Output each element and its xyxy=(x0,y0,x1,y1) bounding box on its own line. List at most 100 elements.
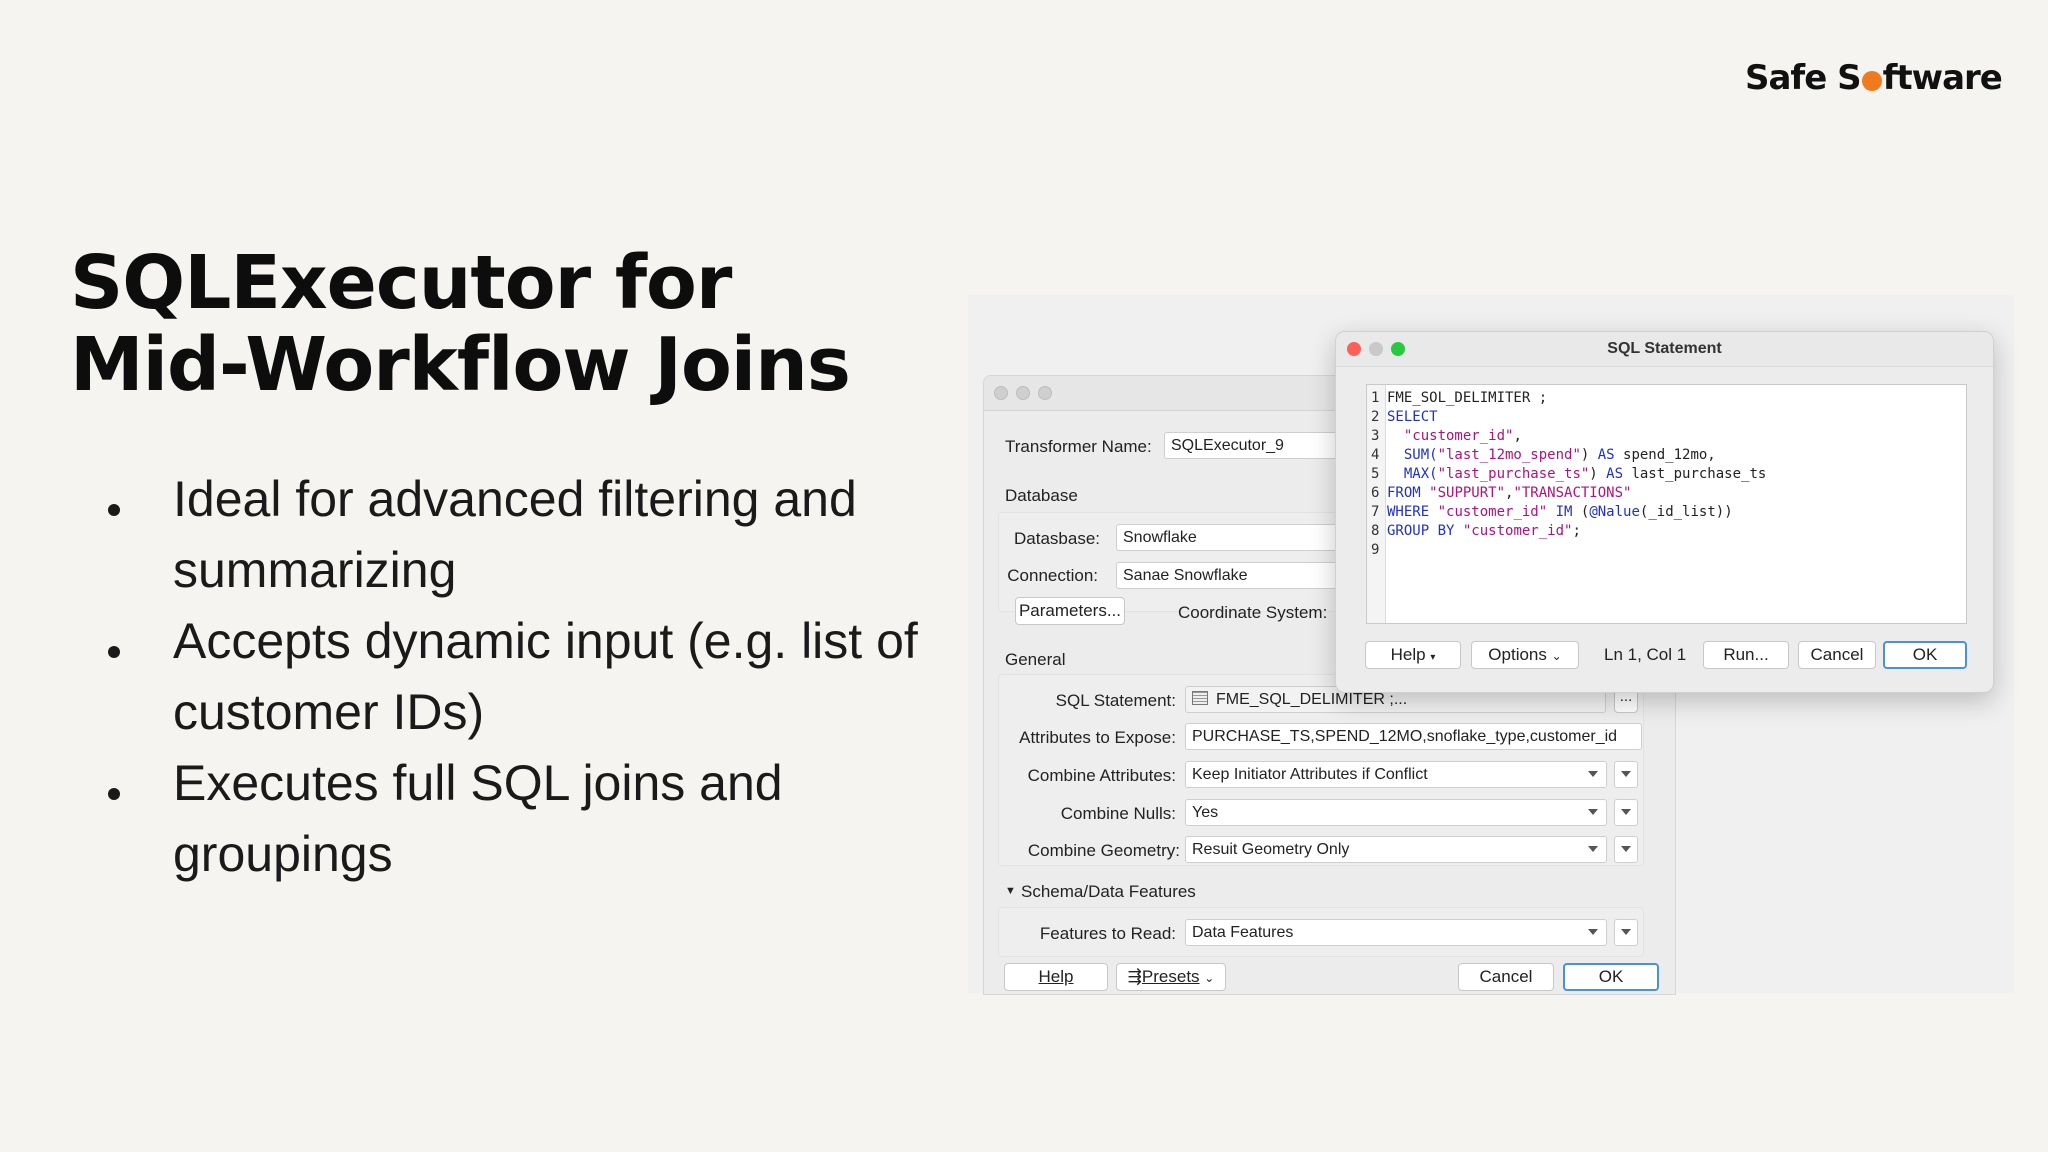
database-label: Datasbase: xyxy=(1014,529,1100,548)
line-number: 3 xyxy=(1371,428,1380,444)
line-number: 8 xyxy=(1371,523,1380,539)
sql-dialog-titlebar: SQL Statement xyxy=(1336,332,1993,367)
chevron-down-icon xyxy=(1588,809,1598,815)
code-token: "customer_id" xyxy=(1437,504,1548,520)
code-token: MAX( xyxy=(1403,466,1438,482)
code-token: WHERE xyxy=(1387,504,1430,520)
presets-label: Presets xyxy=(1141,967,1200,986)
bullet-item: Executes full SQL joins and groupings xyxy=(100,748,960,890)
help-button[interactable]: Help xyxy=(1004,963,1108,991)
slide-title: SQLExecutor for Mid-Workflow Joins xyxy=(70,240,851,408)
combine-nulls-value: Yes xyxy=(1192,804,1219,821)
code-token: "last_12mo_spend" xyxy=(1437,447,1581,463)
ok-button[interactable]: OK xyxy=(1563,963,1659,991)
minimize-light-icon[interactable] xyxy=(1016,386,1030,400)
sql-ok-button[interactable]: OK xyxy=(1883,641,1967,669)
general-section-heading: General xyxy=(1005,650,1066,669)
code-token: SELECT xyxy=(1387,409,1438,425)
sql-cancel-button[interactable]: Cancel xyxy=(1798,641,1876,669)
code-token: "TRANSACTIONS" xyxy=(1513,485,1632,501)
combine-attributes-value: Keep Initiator Attributes if Conflict xyxy=(1192,766,1428,783)
transformer-name-label: Transformer Name: xyxy=(1005,437,1152,456)
code-token: IM xyxy=(1555,504,1573,520)
features-options-button[interactable] xyxy=(1614,919,1638,946)
bullet-item: Ideal for advanced filtering and summari… xyxy=(100,464,960,606)
sql-help-label: Help xyxy=(1390,645,1426,664)
combine-nulls-options-button[interactable] xyxy=(1614,799,1638,826)
code-line: 8 GROUP BY "customer_id"; xyxy=(1371,522,1581,541)
code-token: "last_purchase_ts" xyxy=(1437,466,1590,482)
sql-statement-dialog: SQL Statement 1 FME_SOL_DELIMITER ; 2 SELEC… xyxy=(1335,331,1994,693)
sql-statement-label: SQL Statement: xyxy=(1055,691,1176,710)
code-token: last_purchase_ts xyxy=(1623,466,1767,482)
title-line-2: Mid-Workflow Joins xyxy=(70,322,851,408)
code-line: 4 SUM("last_12mo_spend") AS spend_12mo, xyxy=(1371,446,1716,465)
code-token: (_id_list)) xyxy=(1639,504,1733,520)
combine-geometry-options-button[interactable] xyxy=(1614,836,1638,863)
presets-button[interactable]: ⇶Presets ⌄ xyxy=(1116,963,1226,991)
collapse-triangle-icon[interactable]: ▼ xyxy=(1005,885,1016,897)
close-light-icon[interactable] xyxy=(994,386,1008,400)
cancel-button[interactable]: Cancel xyxy=(1458,963,1554,991)
sql-code-editor[interactable]: 1 FME_SOL_DELIMITER ; 2 SELECT 3 "customer_i… xyxy=(1366,384,1967,624)
database-section-heading: Database xyxy=(1005,486,1078,505)
logo-text-start: Safe S xyxy=(1745,58,1862,98)
code-line: 6 FROM "SUPPURT","TRANSACTIONS" xyxy=(1371,484,1631,503)
combine-geometry-value: Resuit Geometry Only xyxy=(1192,841,1350,858)
code-token: FME_SOL_DELIMITER ; xyxy=(1387,390,1548,406)
chevron-down-icon xyxy=(1621,846,1631,852)
code-token: ) xyxy=(1589,466,1607,482)
schema-section-heading[interactable]: Schema/Data Features xyxy=(1021,882,1196,902)
features-to-read-select[interactable]: Data Features xyxy=(1185,919,1607,946)
code-line: 3 "customer_id", xyxy=(1371,427,1522,446)
connection-label: Connection: xyxy=(1007,566,1098,585)
attributes-expose-label: Attributes to Expose: xyxy=(1019,728,1176,747)
code-token: "customer_id" xyxy=(1462,523,1573,539)
chevron-down-icon xyxy=(1621,929,1631,935)
chevron-down-icon xyxy=(1588,771,1598,777)
code-line: 5 MAX("last_purchase_ts") AS last_purcha… xyxy=(1371,465,1766,484)
parameters-button[interactable]: Parameters... xyxy=(1015,597,1125,625)
chevron-down-icon: ⌄ xyxy=(1204,971,1215,985)
code-token: AS xyxy=(1597,447,1615,463)
safe-software-logo: Safe S ftware xyxy=(1745,58,2003,98)
combine-attributes-select[interactable]: Keep Initiator Attributes if Conflict xyxy=(1185,761,1607,788)
line-number: 4 xyxy=(1371,447,1380,463)
chevron-down-icon: ⌄ xyxy=(1551,649,1562,663)
combine-attributes-label: Combine Attributes: xyxy=(1027,766,1176,785)
combine-geometry-label: Combine Geometry: xyxy=(1027,841,1180,860)
options-button[interactable]: Options ⌄ xyxy=(1471,641,1579,669)
line-number: 1 xyxy=(1371,390,1380,406)
attributes-expose-field[interactable]: PURCHASE_TS,SPEND_12MO,snoflake_type,cus… xyxy=(1185,723,1642,750)
bullet-item: Accepts dynamic input (e.g. list of cust… xyxy=(100,606,960,748)
code-line: 1 FME_SOL_DELIMITER ; xyxy=(1371,389,1547,408)
combine-nulls-select[interactable]: Yes xyxy=(1185,799,1607,826)
code-token: GROUP BY xyxy=(1387,523,1455,539)
code-token: @Nalue xyxy=(1589,504,1640,520)
code-token: ; xyxy=(1572,523,1581,539)
code-token: SUM( xyxy=(1403,447,1438,463)
features-to-read-value: Data Features xyxy=(1192,924,1294,941)
line-number: 2 xyxy=(1371,409,1380,425)
combine-attributes-options-button[interactable] xyxy=(1614,761,1638,788)
sql-dialog-title: SQL Statement xyxy=(1607,340,1722,357)
code-line: 2 SELECT xyxy=(1371,408,1438,427)
combine-geometry-select[interactable]: Resuit Geometry Only xyxy=(1185,836,1607,863)
run-button[interactable]: Run... xyxy=(1703,641,1789,669)
code-token: , xyxy=(1513,428,1522,444)
combine-nulls-label: Combine Nulls: xyxy=(1060,804,1176,823)
title-line-1: SQLExecutor for xyxy=(70,240,732,326)
code-token: "customer_id" xyxy=(1403,428,1514,444)
zoom-light-icon[interactable] xyxy=(1038,386,1052,400)
dropdown-arrow-icon: ▾ xyxy=(1430,652,1436,663)
code-token: "SUPPURT" xyxy=(1429,485,1506,501)
code-token: spend_12mo, xyxy=(1614,447,1716,463)
sql-help-button[interactable]: Help ▾ xyxy=(1365,641,1461,669)
